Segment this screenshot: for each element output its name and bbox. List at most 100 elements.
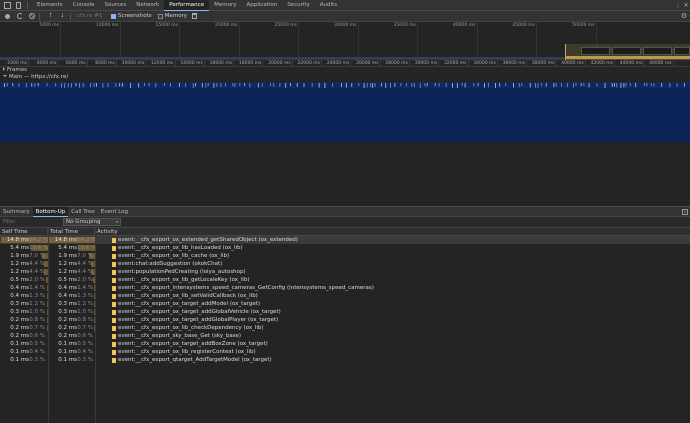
flame-event-mark[interactable] [561,83,562,87]
table-row[interactable]: 0.4 ms 1.4 % 0.4 ms 1.4 % event:__cfx_export… [0,284,690,292]
flame-event-mark[interactable] [18,83,20,87]
flame-event-mark[interactable] [213,83,215,88]
flame-event-mark[interactable] [541,83,543,87]
flame-event-mark[interactable] [434,83,436,87]
flame-event-mark[interactable] [75,83,77,87]
flame-event-mark[interactable] [419,83,421,88]
flame-event-mark[interactable] [12,83,14,87]
table-row[interactable]: 0.2 ms 0.8 % 0.2 ms 0.8 % event:__cfx_export… [0,316,690,324]
self-time-column-header[interactable]: Self Time [0,227,48,236]
tab-sources[interactable]: Sources [99,0,131,11]
flame-event-mark[interactable] [234,83,236,88]
flame-event-mark[interactable] [34,83,36,88]
flame-event-mark[interactable] [583,83,585,87]
table-row[interactable]: 0.3 ms 1.2 % 0.3 ms 1.2 % event:__cfx_export… [0,300,690,308]
inspect-element-icon[interactable] [3,1,11,9]
flame-event-mark[interactable] [290,83,291,87]
flame-event-mark[interactable] [676,83,678,87]
flame-event-mark[interactable] [438,83,440,87]
reload-profile-icon[interactable] [15,12,24,21]
flame-event-mark[interactable] [588,83,590,88]
gear-icon[interactable]: ⚙ [681,12,687,20]
flame-event-mark[interactable] [644,83,645,87]
flame-event-mark[interactable] [604,83,606,88]
flame-event-mark[interactable] [456,83,458,88]
flame-event-mark[interactable] [573,83,574,88]
flame-event-mark[interactable] [535,83,536,88]
flame-event-mark[interactable] [64,83,66,88]
flame-event-mark[interactable] [351,83,353,87]
flame-event-mark[interactable] [623,83,625,88]
flame-event-mark[interactable] [192,83,194,88]
close-devtools-icon[interactable]: ✕ [682,2,690,9]
flame-event-mark[interactable] [635,83,637,88]
flame-event-mark[interactable] [102,83,104,88]
frames-track-header[interactable]: Frames [0,67,690,74]
flame-event-mark[interactable] [122,83,123,87]
close-drawer-icon[interactable]: ✕ [682,208,688,215]
tab-audits[interactable]: Audits [315,0,342,11]
flame-event-mark[interactable] [358,83,360,87]
flame-event-mark[interactable] [82,83,84,88]
flame-event-mark[interactable] [220,83,222,87]
grouping-select[interactable]: No Grouping [63,218,121,226]
flame-event-mark[interactable] [381,83,382,87]
flame-event-mark[interactable] [529,83,531,88]
flame-event-mark[interactable] [185,83,187,87]
tab-summary[interactable]: Summary [0,207,33,217]
flame-event-mark[interactable] [4,83,5,87]
flame-event-mark[interactable] [239,83,241,87]
flame-event-mark[interactable] [257,83,259,88]
flame-event-mark[interactable] [270,83,271,87]
flame-event-mark[interactable] [505,83,507,87]
flame-event-mark[interactable] [67,83,69,88]
flame-event-mark[interactable] [426,83,428,87]
table-row[interactable]: 0.1 ms 0.3 % 0.1 ms 0.3 % event:__cfx_export… [0,356,690,364]
flame-event-mark[interactable] [473,83,475,87]
flame-event-mark[interactable] [46,83,48,87]
flame-event-mark[interactable] [477,83,479,87]
flame-event-mark[interactable] [366,83,368,88]
flame-event-mark[interactable] [93,83,95,87]
flame-event-mark[interactable] [318,83,320,88]
flame-event-mark[interactable] [370,83,371,88]
flame-event-mark[interactable] [115,83,117,87]
screenshots-checkbox[interactable]: Screenshots [111,13,152,19]
flame-event-mark[interactable] [669,83,671,88]
flame-event-mark[interactable] [596,83,598,87]
flame-event-mark[interactable] [394,83,396,87]
flame-event-mark[interactable] [464,83,466,88]
flame-event-mark[interactable] [148,83,150,87]
flame-event-mark[interactable] [311,83,313,87]
flame-event-mark[interactable] [279,83,281,87]
more-options-icon[interactable]: ⋮ [674,2,682,9]
table-row[interactable]: 0.5 ms 2.0 % 0.5 ms 2.0 % event:__cfx_export… [0,276,690,284]
checkbox-unchecked-icon[interactable] [157,13,163,19]
profile-select[interactable]: cfx.re #1 [77,13,105,20]
flame-event-mark[interactable] [411,83,413,87]
flame-event-mark[interactable] [244,83,246,86]
flame-event-mark[interactable] [625,83,627,87]
flame-event-mark[interactable] [179,83,180,87]
tab-performance[interactable]: Performance [164,0,210,11]
flame-event-mark[interactable] [332,83,334,87]
table-row[interactable]: 0.2 ms 0.7 % 0.2 ms 0.7 % event:__cfx_export… [0,324,690,332]
device-toolbar-icon[interactable] [14,1,22,9]
flame-event-mark[interactable] [661,83,663,87]
flame-event-mark[interactable] [79,83,80,88]
tab-application[interactable]: Application [241,0,282,11]
flame-event-mark[interactable] [611,83,613,88]
table-row[interactable]: 0.1 ms 0.4 % 0.1 ms 0.4 % event:__cfx_export… [0,348,690,356]
flame-event-mark[interactable] [31,83,33,87]
flame-event-mark[interactable] [653,83,655,87]
flame-event-mark[interactable] [55,83,57,87]
flame-event-mark[interactable] [249,83,251,88]
collect-garbage-icon[interactable] [192,13,198,19]
flame-event-mark[interactable] [96,83,97,87]
table-row[interactable]: 14.8 ms 54.2 % 14.8 ms 54.2 % event:__cfx_ex… [0,236,690,244]
flame-event-mark[interactable] [372,83,374,88]
flame-event-mark[interactable] [232,83,234,87]
tab-console[interactable]: Console [68,0,100,11]
flame-event-mark[interactable] [324,83,326,88]
flame-event-mark[interactable] [341,83,342,88]
